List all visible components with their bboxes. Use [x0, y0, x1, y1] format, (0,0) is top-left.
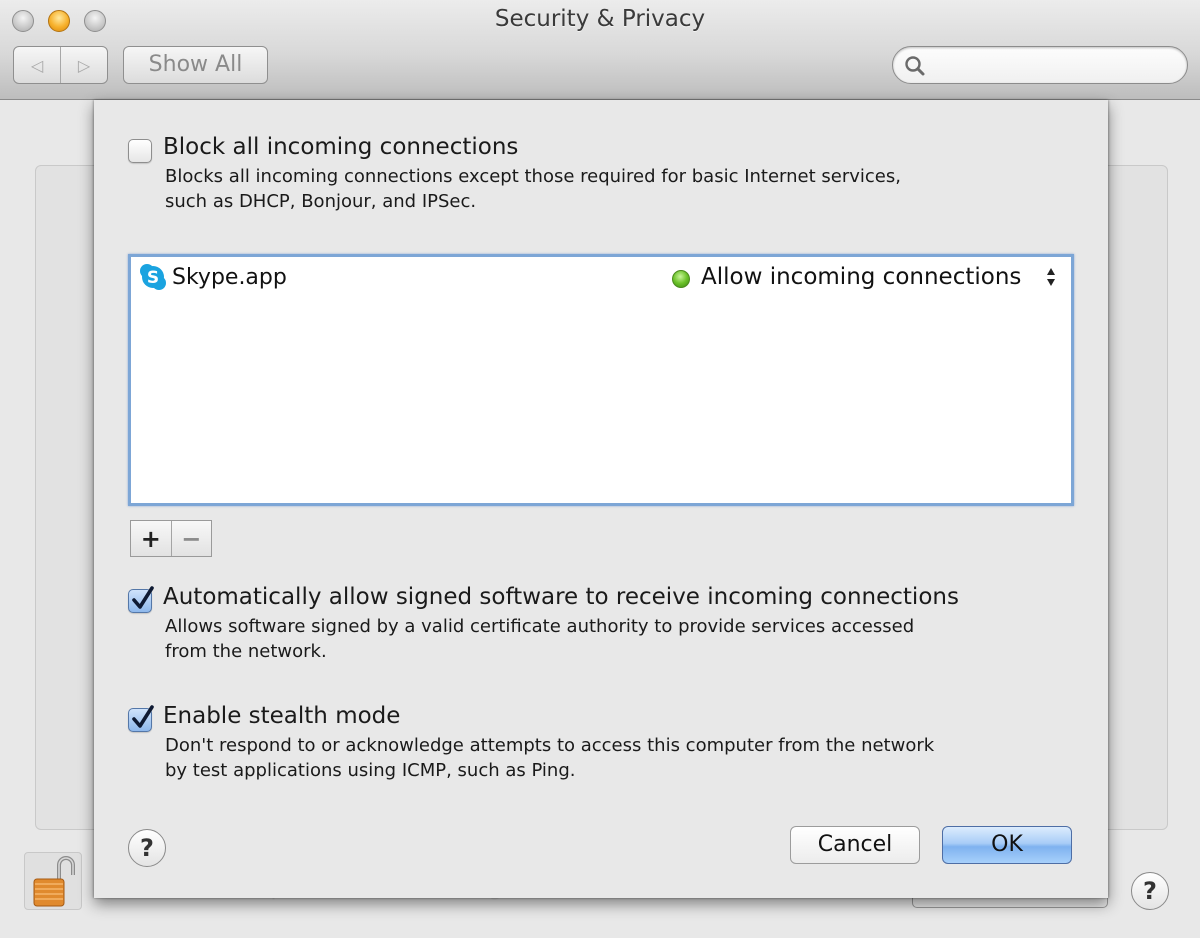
- stealth-mode-label[interactable]: Enable stealth mode: [163, 703, 400, 729]
- back-forward-control: ◁ ▷: [13, 46, 108, 84]
- block-all-checkbox[interactable]: [128, 139, 152, 163]
- checkmark-icon: [132, 705, 154, 728]
- skype-icon: S: [140, 264, 166, 290]
- connection-setting-popup[interactable]: Allow incoming connections: [701, 264, 1021, 290]
- unlocked-padlock-icon: [33, 856, 75, 907]
- stealth-mode-description: Don't respond to or acknowledge attempts…: [165, 733, 934, 783]
- svg-text:S: S: [147, 268, 159, 288]
- description-line: Allows software signed by a valid certif…: [165, 616, 915, 637]
- description-line: by test applications using ICMP, such as…: [165, 760, 576, 781]
- add-remove-control: + −: [130, 520, 212, 557]
- forward-button[interactable]: ▷: [60, 47, 107, 83]
- show-all-button[interactable]: Show All: [123, 46, 268, 84]
- cancel-button[interactable]: Cancel: [790, 826, 920, 864]
- pane-help-button[interactable]: ?: [1131, 872, 1169, 910]
- search-input[interactable]: [931, 53, 1171, 77]
- status-indicator-icon: [672, 270, 690, 288]
- block-all-label[interactable]: Block all incoming connections: [163, 134, 518, 160]
- back-button[interactable]: ◁: [14, 47, 60, 83]
- window-title: Security & Privacy: [494, 6, 706, 32]
- stealth-mode-checkbox[interactable]: [128, 705, 154, 732]
- block-all-description: Blocks all incoming connections except t…: [165, 164, 901, 214]
- add-app-button[interactable]: +: [131, 521, 171, 556]
- help-button[interactable]: ?: [128, 829, 166, 867]
- description-line: Don't respond to or acknowledge attempts…: [165, 735, 935, 756]
- back-arrow-icon: ◁: [30, 55, 44, 75]
- app-name: Skype.app: [172, 265, 287, 290]
- auto-allow-signed-description: Allows software signed by a valid certif…: [165, 614, 914, 664]
- popup-stepper-icon[interactable]: [1045, 265, 1057, 289]
- description-line: from the network.: [165, 641, 327, 662]
- description-line: Blocks all incoming connections except t…: [165, 166, 901, 187]
- auto-allow-signed-checkbox[interactable]: [128, 586, 154, 613]
- description-line: such as DHCP, Bonjour, and IPSec.: [165, 191, 477, 212]
- search-icon: [905, 56, 925, 76]
- title-bar: Security & Privacy ◁ ▷ Show All: [0, 0, 1200, 100]
- checkmark-icon: [132, 586, 154, 609]
- remove-app-button[interactable]: −: [170, 521, 212, 556]
- search-field[interactable]: [892, 46, 1188, 84]
- ok-button[interactable]: OK: [942, 826, 1072, 864]
- auto-allow-signed-label[interactable]: Automatically allow signed software to r…: [163, 584, 959, 610]
- forward-arrow-icon: ▷: [77, 55, 91, 75]
- lock-button[interactable]: [24, 852, 82, 910]
- app-list[interactable]: S Skype.app Allow incoming connections: [128, 254, 1074, 506]
- list-item[interactable]: S Skype.app Allow incoming connections: [139, 263, 1065, 295]
- firewall-options-sheet: Block all incoming connections Blocks al…: [94, 100, 1108, 898]
